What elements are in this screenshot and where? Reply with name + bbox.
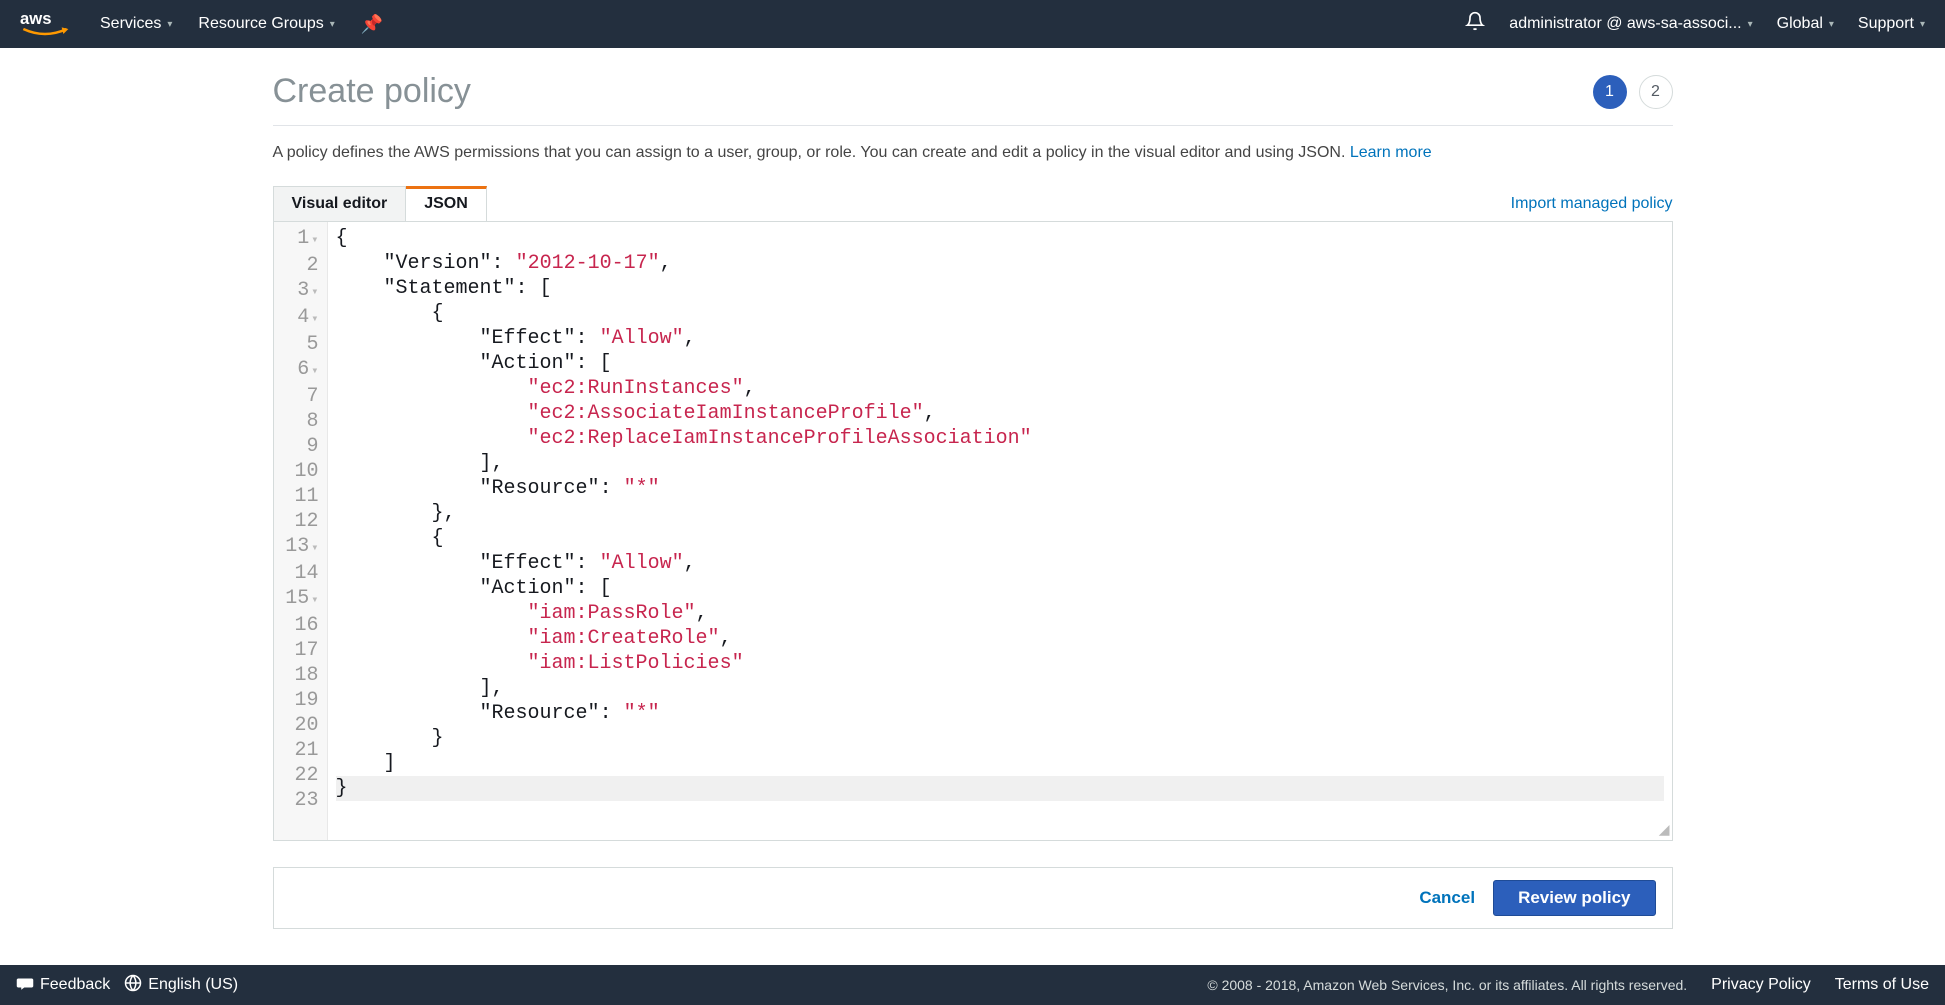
- privacy-policy-link[interactable]: Privacy Policy: [1711, 976, 1811, 994]
- bell-icon: [1465, 11, 1485, 37]
- tabs-row: Visual editor JSON Import managed policy: [273, 186, 1673, 222]
- action-bar: Cancel Review policy: [273, 867, 1673, 929]
- page-title: Create policy: [273, 72, 471, 111]
- language-selector[interactable]: English (US): [124, 974, 238, 997]
- learn-more-link[interactable]: Learn more: [1350, 144, 1432, 161]
- language-label: English (US): [148, 976, 238, 994]
- feedback-label: Feedback: [40, 976, 110, 994]
- chevron-down-icon: ▾: [1920, 19, 1925, 30]
- json-editor[interactable]: 1▾23▾4▾56▾78910111213▾1415▾1617181920212…: [273, 221, 1673, 841]
- import-managed-policy-link[interactable]: Import managed policy: [1511, 195, 1673, 213]
- intro-body: A policy defines the AWS permissions tha…: [273, 144, 1350, 161]
- resource-groups-menu[interactable]: Resource Groups ▾: [198, 15, 334, 33]
- pin-icon: 📌: [361, 14, 383, 35]
- account-label: administrator @ aws-sa-associ...: [1509, 15, 1741, 33]
- tab-visual-editor[interactable]: Visual editor: [273, 186, 407, 222]
- resource-groups-label: Resource Groups: [198, 15, 323, 33]
- support-label: Support: [1858, 15, 1914, 33]
- services-menu[interactable]: Services ▾: [100, 15, 172, 33]
- region-label: Global: [1777, 15, 1823, 33]
- chevron-down-icon: ▾: [1829, 19, 1834, 30]
- line-number-gutter: 1▾23▾4▾56▾78910111213▾1415▾1617181920212…: [274, 222, 328, 840]
- tab-json[interactable]: JSON: [406, 186, 487, 222]
- editor-tabs: Visual editor JSON: [273, 186, 487, 222]
- globe-icon: [124, 974, 142, 997]
- copyright-text: © 2008 - 2018, Amazon Web Services, Inc.…: [1207, 977, 1687, 993]
- chevron-down-icon: ▾: [330, 19, 335, 30]
- top-navigation: aws Services ▾ Resource Groups ▾ 📌 admin…: [0, 0, 1945, 48]
- code-area[interactable]: { "Version": "2012-10-17", "Statement": …: [328, 222, 1672, 840]
- notifications-button[interactable]: [1465, 11, 1485, 37]
- footer: Feedback English (US) © 2008 - 2018, Ama…: [0, 965, 1945, 1005]
- support-menu[interactable]: Support ▾: [1858, 15, 1925, 33]
- chevron-down-icon: ▾: [1748, 19, 1753, 30]
- region-menu[interactable]: Global ▾: [1777, 15, 1834, 33]
- chat-icon: [16, 974, 34, 997]
- step-2[interactable]: 2: [1639, 75, 1673, 109]
- services-label: Services: [100, 15, 161, 33]
- chevron-down-icon: ▾: [167, 19, 172, 30]
- review-policy-button[interactable]: Review policy: [1493, 880, 1655, 916]
- step-indicator: 1 2: [1593, 75, 1673, 109]
- main-content: Create policy 1 2 A policy defines the A…: [0, 48, 1945, 965]
- pin-shortcut[interactable]: 📌: [361, 14, 383, 35]
- account-menu[interactable]: administrator @ aws-sa-associ... ▾: [1509, 15, 1752, 33]
- terms-of-use-link[interactable]: Terms of Use: [1835, 976, 1929, 994]
- aws-logo[interactable]: aws: [20, 9, 70, 39]
- svg-text:aws: aws: [20, 9, 51, 28]
- resize-grip-icon[interactable]: ◢: [1659, 821, 1670, 838]
- intro-text: A policy defines the AWS permissions tha…: [273, 144, 1673, 162]
- feedback-link[interactable]: Feedback: [16, 974, 110, 997]
- page-header: Create policy 1 2: [273, 72, 1673, 126]
- cancel-button[interactable]: Cancel: [1419, 888, 1475, 908]
- step-1[interactable]: 1: [1593, 75, 1627, 109]
